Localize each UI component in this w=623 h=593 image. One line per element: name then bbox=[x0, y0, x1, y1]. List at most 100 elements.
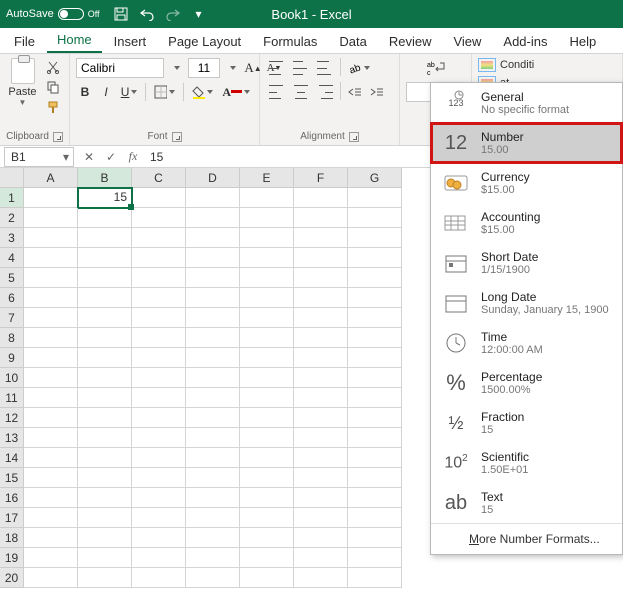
borders-icon[interactable] bbox=[151, 82, 178, 102]
fill-handle[interactable] bbox=[128, 204, 134, 210]
cell[interactable] bbox=[240, 568, 294, 588]
autosave-toggle[interactable]: AutoSave Off bbox=[6, 8, 100, 20]
format-option-short-date[interactable]: Short Date1/15/1900 bbox=[431, 243, 622, 283]
cell[interactable] bbox=[186, 468, 240, 488]
cell[interactable] bbox=[78, 328, 132, 348]
row-header[interactable]: 9 bbox=[0, 348, 24, 368]
cell[interactable] bbox=[78, 548, 132, 568]
font-name-input[interactable] bbox=[76, 58, 164, 78]
enter-formula-icon[interactable]: ✓ bbox=[100, 150, 122, 164]
cell[interactable] bbox=[294, 408, 348, 428]
cell[interactable] bbox=[132, 188, 186, 208]
cell[interactable] bbox=[78, 288, 132, 308]
row-header[interactable]: 10 bbox=[0, 368, 24, 388]
cell[interactable] bbox=[186, 508, 240, 528]
cell[interactable] bbox=[78, 488, 132, 508]
cell[interactable] bbox=[348, 328, 402, 348]
row-header[interactable]: 19 bbox=[0, 548, 24, 568]
cell[interactable] bbox=[78, 388, 132, 408]
increase-indent-icon[interactable] bbox=[367, 82, 387, 102]
cell[interactable] bbox=[186, 228, 240, 248]
font-name-dd[interactable] bbox=[167, 58, 185, 78]
cell[interactable] bbox=[24, 508, 78, 528]
row-header[interactable]: 18 bbox=[0, 528, 24, 548]
name-box[interactable]: B1 ▾ bbox=[4, 147, 74, 167]
cell[interactable] bbox=[240, 388, 294, 408]
cell[interactable] bbox=[294, 388, 348, 408]
cell[interactable] bbox=[24, 268, 78, 288]
row-header[interactable]: 13 bbox=[0, 428, 24, 448]
cell[interactable] bbox=[24, 348, 78, 368]
cut-icon[interactable] bbox=[43, 58, 63, 76]
cell[interactable] bbox=[240, 328, 294, 348]
cell[interactable] bbox=[78, 428, 132, 448]
tab-data[interactable]: Data bbox=[329, 30, 376, 53]
cell[interactable] bbox=[294, 448, 348, 468]
cell[interactable] bbox=[348, 388, 402, 408]
cell[interactable] bbox=[78, 568, 132, 588]
number-format-dropdown[interactable]: 123GeneralNo specific format12Number15.0… bbox=[430, 82, 623, 555]
italic-button[interactable]: I bbox=[97, 82, 115, 102]
cell[interactable] bbox=[186, 208, 240, 228]
format-option-scientific[interactable]: 102Scientific1.50E+01 bbox=[431, 443, 622, 483]
cell[interactable] bbox=[78, 368, 132, 388]
align-right-icon[interactable] bbox=[314, 82, 336, 102]
align-left-icon[interactable] bbox=[266, 82, 288, 102]
cell[interactable]: 15 bbox=[78, 188, 132, 208]
decrease-indent-icon[interactable] bbox=[345, 82, 365, 102]
col-header[interactable]: F bbox=[294, 168, 348, 188]
align-top-icon[interactable] bbox=[266, 58, 288, 78]
cell[interactable] bbox=[294, 488, 348, 508]
row-header[interactable]: 14 bbox=[0, 448, 24, 468]
paste-button[interactable]: Paste ▼ bbox=[6, 58, 39, 116]
tab-insert[interactable]: Insert bbox=[104, 30, 157, 53]
cell[interactable] bbox=[294, 468, 348, 488]
tab-view[interactable]: View bbox=[443, 30, 491, 53]
cell[interactable] bbox=[348, 488, 402, 508]
cell[interactable] bbox=[24, 548, 78, 568]
cell[interactable] bbox=[348, 288, 402, 308]
tab-add-ins[interactable]: Add-ins bbox=[493, 30, 557, 53]
row-header[interactable]: 5 bbox=[0, 268, 24, 288]
qat-customize-icon[interactable]: ▾ bbox=[190, 5, 208, 23]
cell[interactable] bbox=[240, 188, 294, 208]
align-center-icon[interactable] bbox=[290, 82, 312, 102]
cell[interactable] bbox=[24, 288, 78, 308]
cell[interactable] bbox=[240, 248, 294, 268]
cell[interactable] bbox=[294, 368, 348, 388]
cell[interactable] bbox=[240, 308, 294, 328]
cell[interactable] bbox=[348, 308, 402, 328]
cell[interactable] bbox=[240, 288, 294, 308]
format-option-long-date[interactable]: Long DateSunday, January 15, 1900 bbox=[431, 283, 622, 323]
save-icon[interactable] bbox=[112, 5, 130, 23]
cell[interactable] bbox=[24, 468, 78, 488]
cell[interactable] bbox=[132, 468, 186, 488]
align-bottom-icon[interactable] bbox=[314, 58, 336, 78]
cell[interactable] bbox=[78, 448, 132, 468]
cell[interactable] bbox=[24, 568, 78, 588]
copy-icon[interactable] bbox=[43, 78, 63, 96]
cell[interactable] bbox=[24, 428, 78, 448]
col-header[interactable]: G bbox=[348, 168, 402, 188]
row-header[interactable]: 6 bbox=[0, 288, 24, 308]
cell[interactable] bbox=[78, 208, 132, 228]
format-option-text[interactable]: abText15 bbox=[431, 483, 622, 523]
fx-icon[interactable]: fx bbox=[122, 149, 144, 164]
font-size-dd[interactable] bbox=[223, 58, 241, 78]
cell[interactable] bbox=[240, 448, 294, 468]
undo-icon[interactable] bbox=[138, 5, 156, 23]
cell[interactable] bbox=[24, 248, 78, 268]
cell[interactable] bbox=[240, 528, 294, 548]
format-option-time[interactable]: Time12:00:00 AM bbox=[431, 323, 622, 363]
cell[interactable] bbox=[348, 348, 402, 368]
cell[interactable] bbox=[240, 548, 294, 568]
cell[interactable] bbox=[294, 568, 348, 588]
conditional-formatting-button[interactable]: Conditi bbox=[478, 58, 616, 72]
cell[interactable] bbox=[186, 368, 240, 388]
cell[interactable] bbox=[186, 268, 240, 288]
cell[interactable] bbox=[186, 568, 240, 588]
cell[interactable] bbox=[186, 288, 240, 308]
cell[interactable] bbox=[294, 548, 348, 568]
tab-file[interactable]: File bbox=[4, 30, 45, 53]
cell[interactable] bbox=[24, 328, 78, 348]
